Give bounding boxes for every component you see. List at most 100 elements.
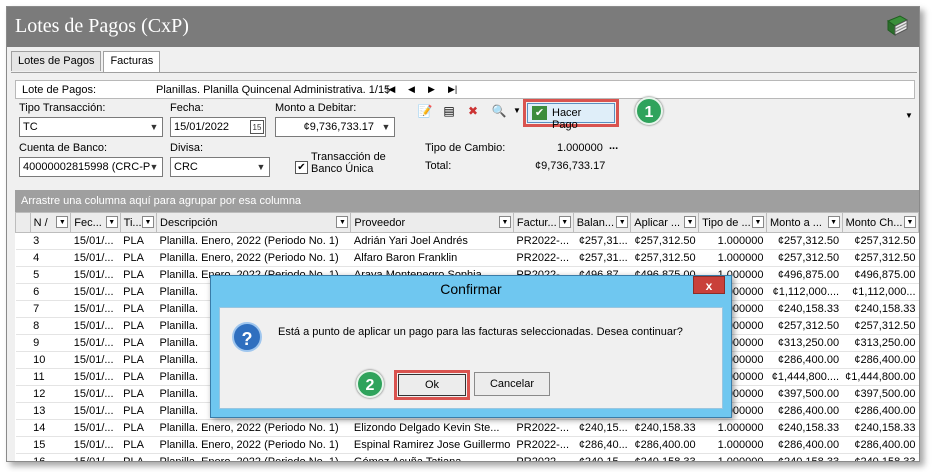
close-button[interactable]: x xyxy=(693,276,725,294)
cuenta-select[interactable]: 40000002815998 (CRC-P ▼ xyxy=(19,157,163,177)
table-cell: ¢240,158.33 xyxy=(842,300,919,318)
first-record-icon[interactable]: |◀ xyxy=(386,84,395,95)
row-selector[interactable] xyxy=(15,351,31,369)
row-selector[interactable] xyxy=(15,317,31,335)
table-cell: 11 xyxy=(30,368,71,386)
table-cell: Planilla. Enero, 2022 (Periodo No. 1) xyxy=(156,453,351,461)
row-selector[interactable] xyxy=(15,266,31,284)
row-selector[interactable] xyxy=(15,436,31,454)
row-selector[interactable] xyxy=(15,402,31,420)
row-selector[interactable] xyxy=(15,283,31,301)
row-selector[interactable] xyxy=(15,419,31,437)
table-cell: 5 xyxy=(30,266,71,284)
transaccion-unica-checkbox[interactable]: ✔ xyxy=(295,161,308,174)
tab-facturas[interactable]: Facturas xyxy=(103,51,161,73)
row-selector[interactable] xyxy=(15,453,31,461)
hacer-pago-button[interactable]: ✔ Hacer Pago xyxy=(527,103,615,131)
more-icon[interactable]: ... xyxy=(609,140,618,152)
column-header[interactable]: Monto Ch... ▼ xyxy=(841,212,919,233)
column-header[interactable]: Descripción ▼ xyxy=(156,212,352,233)
row-selector[interactable] xyxy=(15,385,31,403)
lote-label: Lote de Pagos: xyxy=(22,84,97,96)
divisa-select[interactable]: CRC ▼ xyxy=(170,157,270,177)
table-cell: PLA xyxy=(120,300,157,318)
group-by-bar[interactable]: Arrastre una columna aquí para agrupar p… xyxy=(15,190,919,212)
table-cell: PLA xyxy=(120,368,157,386)
fecha-input[interactable]: 15/01/2022 15 xyxy=(170,117,266,137)
table-cell: ¢240,158.33 xyxy=(630,419,699,437)
table-cell: ¢240,158.33 xyxy=(842,419,919,437)
title-bar: Lotes de Pagos (CxP) xyxy=(7,7,919,47)
column-header[interactable]: Aplicar ... ▼ xyxy=(630,212,700,233)
column-header[interactable]: Factur... ▼ xyxy=(512,212,574,233)
delete-grid-icon[interactable]: ✖ xyxy=(465,103,481,119)
table-cell: Adrián Yari Joel Andrés xyxy=(350,232,514,250)
prev-record-icon[interactable]: ◀ xyxy=(408,84,415,95)
table-cell: 8 xyxy=(30,317,71,335)
table-cell: 10 xyxy=(30,351,71,369)
column-header[interactable]: Proveedor ▼ xyxy=(350,212,514,233)
grid-header-row: N / ▼ Fec... ▼ Ti... ▼ Descripción ▼ Proveed… xyxy=(15,212,919,233)
table-cell: ¢257,312.50 xyxy=(766,317,843,335)
table-cell: 15/01/... xyxy=(70,453,121,461)
table-cell: 16 xyxy=(30,453,71,461)
tipo-cambio-label: Tipo de Cambio: xyxy=(425,142,506,154)
ok-button[interactable]: Ok xyxy=(398,374,466,396)
table-cell: 1.000000 xyxy=(698,249,767,267)
table-cell: PLA xyxy=(120,402,157,420)
table-cell: PLA xyxy=(120,317,157,335)
table-cell: 15/01/... xyxy=(70,402,121,420)
filter-icon: ▼ xyxy=(684,216,697,228)
column-header[interactable]: Monto a ... ▼ xyxy=(765,212,843,233)
row-selector[interactable] xyxy=(15,300,31,318)
next-record-icon[interactable]: ▶ xyxy=(428,84,435,95)
table-row[interactable]: 14 15/01/... PLA Planilla. Enero, 2022 (Per… xyxy=(15,419,919,437)
monto-input[interactable]: ¢9,736,733.17 ▼ xyxy=(275,117,395,137)
row-selector[interactable] xyxy=(15,368,31,386)
table-row[interactable]: 16 15/01/... PLA Planilla. Enero, 2022 (Per… xyxy=(15,453,919,461)
chevron-down-icon[interactable]: ▼ xyxy=(905,111,913,120)
column-header[interactable]: Balan... ▼ xyxy=(572,212,632,233)
calendar-icon[interactable]: 15 xyxy=(250,120,264,134)
app-window: Lotes de Pagos (CxP) Lotes de Pagos Fact… xyxy=(6,6,920,462)
filter-icon: ▼ xyxy=(105,216,118,228)
table-cell: PLA xyxy=(120,436,157,454)
filter-icon: ▼ xyxy=(558,216,571,228)
table-row[interactable]: 15 15/01/... PLA Planilla. Enero, 2022 (Per… xyxy=(15,436,919,454)
total-label: Total: xyxy=(425,160,452,172)
cancel-button[interactable]: Cancelar xyxy=(474,372,550,396)
table-cell: PLA xyxy=(120,453,157,461)
column-header[interactable]: Ti... ▼ xyxy=(119,212,158,233)
table-cell: ¢240,158.33 xyxy=(842,453,919,461)
row-selector-header xyxy=(15,212,31,233)
table-row[interactable]: 4 15/01/... PLA Planilla. Enero, 2022 (Peri… xyxy=(15,249,919,267)
table-cell: 15/01/... xyxy=(70,351,121,369)
column-header[interactable]: N / ▼ xyxy=(29,212,72,233)
row-selector[interactable] xyxy=(15,334,31,352)
table-cell: PR2022-... xyxy=(513,232,574,250)
table-cell: 15/01/... xyxy=(70,419,121,437)
table-cell: 1.000000 xyxy=(698,453,767,461)
table-row[interactable]: 3 15/01/... PLA Planilla. Enero, 2022 (Peri… xyxy=(15,232,919,250)
list-icon[interactable]: ▤ xyxy=(441,103,457,119)
tab-lotes-de-pagos[interactable]: Lotes de Pagos xyxy=(11,51,102,71)
column-header[interactable]: Tipo de ... ▼ xyxy=(698,212,767,233)
table-cell: ¢257,312.50 xyxy=(842,317,919,335)
document-edit-icon[interactable]: 📝 xyxy=(417,103,433,119)
tipo-transaccion-select[interactable]: TC ▼ xyxy=(19,117,163,137)
table-cell: Elizondo Delgado Kevin Ste... xyxy=(350,419,514,437)
table-cell: ¢286,400.00 xyxy=(842,436,919,454)
table-cell: 15/01/... xyxy=(70,249,121,267)
column-header[interactable]: Fec... ▼ xyxy=(70,212,121,233)
row-selector[interactable] xyxy=(15,249,31,267)
preview-icon[interactable]: 🔍 xyxy=(491,103,507,119)
row-selector[interactable] xyxy=(15,232,31,250)
last-record-icon[interactable]: ▶| xyxy=(448,84,457,95)
table-cell: ¢286,400.00 xyxy=(630,436,699,454)
table-cell: 15/01/... xyxy=(70,300,121,318)
table-cell: ¢240,158.33 xyxy=(630,453,699,461)
filter-icon: ▼ xyxy=(336,216,349,228)
filter-icon: ▼ xyxy=(498,216,511,228)
fecha-label: Fecha: xyxy=(170,102,204,114)
table-cell: ¢240,158.33 xyxy=(766,300,843,318)
